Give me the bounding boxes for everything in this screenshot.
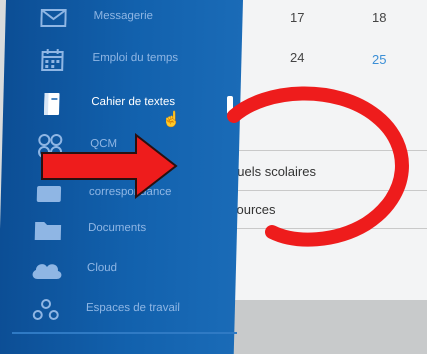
sidebar-item-label: Emploi du temps: [92, 52, 179, 64]
sidebar-item-label: Cahier de textes: [91, 96, 176, 108]
red-arrow-annotation: [41, 133, 178, 199]
folder-icon: [30, 216, 67, 244]
calendar-day-highlighted[interactable]: 25: [372, 52, 386, 67]
calendar-icon: [34, 46, 71, 74]
sidebar-item-label: Documents: [87, 222, 147, 234]
sidebar-item-cloud[interactable]: Cloud: [0, 252, 229, 288]
sidebar-item-label: Espaces de travail: [85, 302, 181, 314]
calendar-day[interactable]: 24: [290, 50, 304, 65]
red-loop-annotation: [227, 86, 409, 247]
notebook-icon: [33, 90, 70, 118]
hand-cursor-icon: ☝: [162, 111, 181, 128]
cloud-icon: [29, 256, 66, 284]
sidebar-bottom-divider: [12, 332, 237, 334]
calendar-day[interactable]: 18: [372, 10, 386, 25]
sidebar-item-documents[interactable]: Documents: [0, 212, 230, 248]
sidebar-item-cahier-de-textes[interactable]: Cahier de textes: [3, 86, 234, 122]
workspace-icon: [28, 296, 65, 324]
sidebar-item-emploi-du-temps[interactable]: Emploi du temps: [4, 42, 235, 78]
sidebar-item-label: Cloud: [86, 262, 118, 274]
envelope-icon: [35, 4, 72, 32]
calendar-day[interactable]: 17: [290, 10, 304, 25]
sidebar-item-label: Messagerie: [93, 10, 154, 22]
sidebar-item-messagerie[interactable]: Messagerie: [5, 0, 236, 36]
sidebar-item-espaces-de-travail[interactable]: Espaces de travail: [0, 292, 228, 328]
